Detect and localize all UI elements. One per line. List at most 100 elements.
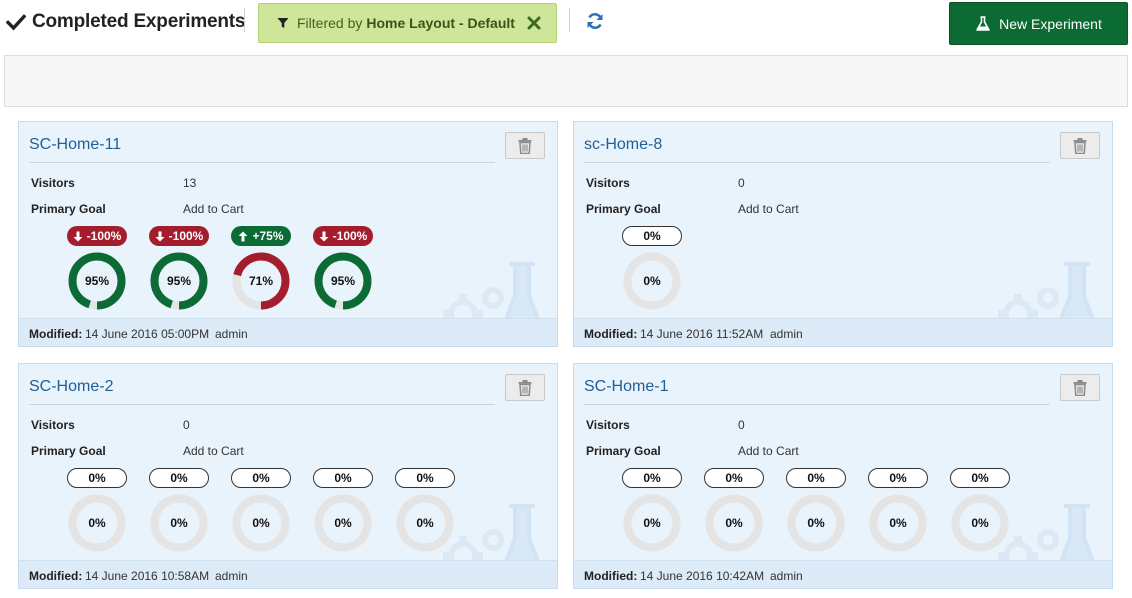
ring-label: 0% — [807, 516, 825, 530]
card-footer: Modified: 14 June 2016 10:58AM admin — [19, 560, 557, 588]
close-icon[interactable] — [527, 16, 541, 30]
change-badge: -100% — [313, 226, 373, 246]
ring-label: 0% — [971, 516, 989, 530]
arrow-down-icon — [155, 231, 165, 241]
change-badge: -100% — [67, 226, 127, 246]
variant-stat[interactable]: 0% 0% — [147, 468, 211, 558]
primary-goal-value: Add to Cart — [738, 202, 799, 216]
new-experiment-button[interactable]: New Experiment — [949, 2, 1128, 45]
experiment-card: sc-Home-8 Visitors 0 Primary Goal Add to… — [573, 121, 1113, 347]
primary-goal-label: Primary Goal — [586, 202, 661, 216]
modified-label: Modified: — [584, 569, 638, 583]
change-badge: 0% — [950, 468, 1010, 488]
arrow-up-icon — [238, 231, 248, 241]
variant-stat[interactable]: 0% 0% — [65, 468, 129, 558]
variant-stat[interactable]: 0% 0% — [948, 468, 1012, 558]
card-footer: Modified: 14 June 2016 05:00PM admin — [19, 318, 557, 346]
modified-date: 14 June 2016 10:58AM — [85, 569, 210, 583]
variant-stat[interactable]: 0% 0% — [393, 468, 457, 558]
variant-stat[interactable]: 0% 0% — [866, 468, 930, 558]
modified-user: admin — [770, 327, 803, 341]
name-underline — [29, 162, 495, 163]
experiment-name-link[interactable]: SC-Home-2 — [29, 378, 113, 396]
ring-label: 0% — [334, 516, 352, 530]
delete-button[interactable] — [505, 132, 545, 159]
variant-stat[interactable]: -100% 95% — [311, 226, 375, 316]
funnel-icon — [277, 18, 289, 28]
modified-date: 14 June 2016 10:42AM — [640, 569, 765, 583]
modified-user: admin — [770, 569, 803, 583]
card-footer: Modified: 14 June 2016 10:42AM admin — [574, 560, 1112, 588]
variant-stat[interactable]: 0% 0% — [784, 468, 848, 558]
ring-label: 95% — [330, 274, 356, 288]
new-experiment-label: New Experiment — [999, 15, 1102, 32]
visitors-label: Visitors — [31, 176, 75, 190]
variant-stat[interactable]: +75% 71% — [229, 226, 293, 316]
primary-goal-value: Add to Cart — [738, 444, 799, 458]
ring-label: 0% — [170, 516, 188, 530]
toolbar-strip — [4, 55, 1128, 107]
change-badge: 0% — [622, 226, 682, 246]
visitors-label: Visitors — [586, 176, 630, 190]
experiment-name-link[interactable]: sc-Home-8 — [584, 136, 662, 154]
filter-value: Home Layout - Default — [366, 15, 515, 31]
variant-stat[interactable]: 0% 0% — [229, 468, 293, 558]
card-footer: Modified: 14 June 2016 11:52AM admin — [574, 318, 1112, 346]
modified-label: Modified: — [584, 327, 638, 341]
modified-label: Modified: — [29, 327, 83, 341]
delete-button[interactable] — [1060, 132, 1100, 159]
change-badge: 0% — [786, 468, 846, 488]
ring-label: 0% — [88, 516, 106, 530]
check-icon — [6, 14, 26, 31]
change-badge: 0% — [67, 468, 127, 488]
change-badge: 0% — [868, 468, 928, 488]
change-badge: 0% — [231, 468, 291, 488]
change-value: 0% — [971, 471, 989, 485]
change-value: 0% — [807, 471, 825, 485]
variant-stat[interactable]: 0% 0% — [620, 226, 684, 316]
change-badge: 0% — [395, 468, 455, 488]
filter-prefix: Filtered by — [297, 15, 363, 31]
change-value: 0% — [643, 471, 661, 485]
modified-user: admin — [215, 569, 248, 583]
experiment-name-link[interactable]: SC-Home-1 — [584, 378, 668, 396]
delete-button[interactable] — [1060, 374, 1100, 401]
primary-goal-label: Primary Goal — [586, 444, 661, 458]
primary-goal-label: Primary Goal — [31, 444, 106, 458]
variant-stat[interactable]: 0% 0% — [311, 468, 375, 558]
refresh-icon[interactable] — [585, 11, 605, 31]
page-title: Completed Experiments — [32, 11, 246, 32]
variant-stat[interactable]: -100% 95% — [147, 226, 211, 316]
experiment-card: SC-Home-1 Visitors 0 Primary Goal Add to… — [573, 363, 1113, 589]
trash-icon — [518, 379, 532, 396]
visitors-value: 0 — [183, 418, 190, 432]
change-value: 0% — [416, 471, 434, 485]
change-value: 0% — [643, 229, 661, 243]
experiment-name-link[interactable]: SC-Home-11 — [29, 136, 121, 154]
ring-label: 0% — [252, 516, 270, 530]
experiment-card: SC-Home-11 Visitors 13 Primary Goal Add … — [18, 121, 558, 347]
delete-button[interactable] — [505, 374, 545, 401]
flask-icon — [976, 15, 990, 31]
ring-label: 0% — [643, 274, 661, 288]
name-underline — [584, 404, 1050, 405]
change-value: -100% — [86, 229, 122, 243]
variant-stat[interactable]: 0% 0% — [702, 468, 766, 558]
variant-stat[interactable]: 0% 0% — [620, 468, 684, 558]
trash-icon — [1073, 137, 1087, 154]
change-value: 0% — [252, 471, 270, 485]
variant-stat[interactable]: -100% 95% — [65, 226, 129, 316]
visitors-value: 13 — [183, 176, 197, 190]
change-value: -100% — [332, 229, 368, 243]
change-badge: 0% — [622, 468, 682, 488]
header-divider — [244, 8, 245, 32]
change-value: 0% — [88, 471, 106, 485]
change-badge: 0% — [313, 468, 373, 488]
modified-date: 14 June 2016 11:52AM — [640, 327, 764, 341]
trash-icon — [1073, 379, 1087, 396]
title-wrap: Completed Experiments — [6, 10, 246, 34]
primary-goal-value: Add to Cart — [183, 202, 244, 216]
visitors-value: 0 — [738, 418, 745, 432]
change-badge: -100% — [149, 226, 209, 246]
experiment-card: SC-Home-2 Visitors 0 Primary Goal Add to… — [18, 363, 558, 589]
